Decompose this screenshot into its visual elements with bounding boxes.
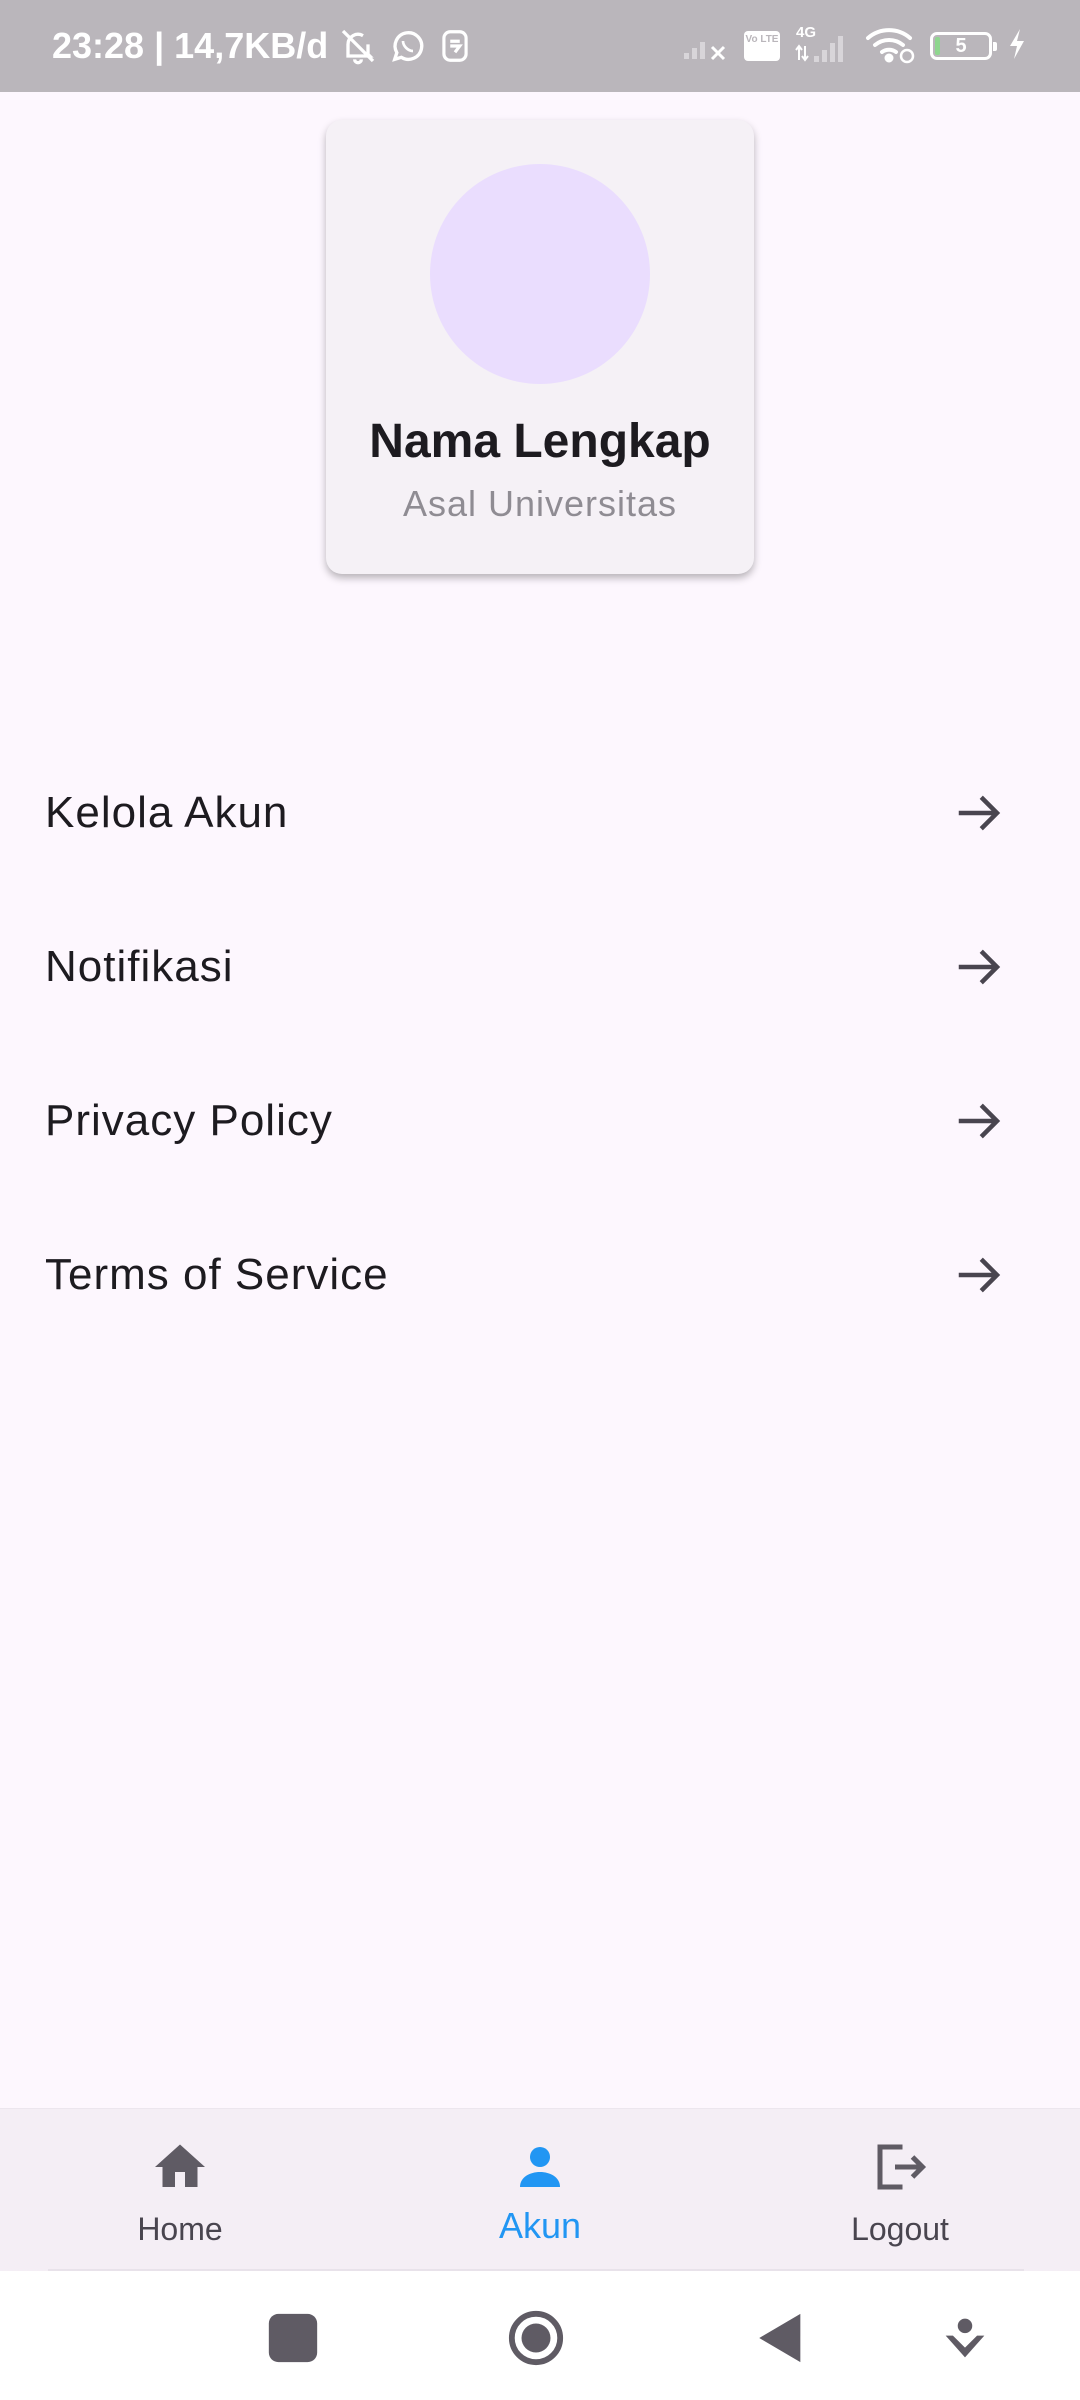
menu-item-label: Notifikasi: [45, 942, 234, 991]
profile-name: Nama Lengkap: [369, 415, 711, 468]
menu-item-notifikasi[interactable]: Notifikasi: [0, 890, 1080, 1044]
whatsapp-icon: [388, 26, 428, 66]
status-time: 23:28 | 14,7KB/d: [52, 25, 329, 66]
assistant-down-icon[interactable]: [936, 2309, 994, 2367]
nav-item-home[interactable]: Home: [0, 2109, 360, 2271]
system-navigation-bar: [0, 2271, 1080, 2400]
menu-item-label: Terms of Service: [45, 1250, 389, 1299]
recents-square-icon[interactable]: [264, 2309, 322, 2367]
nav-label-home: Home: [137, 2211, 223, 2247]
nav-item-akun[interactable]: Akun: [360, 2109, 720, 2271]
menu-item-label: Kelola Akun: [45, 788, 289, 837]
back-triangle-icon[interactable]: [752, 2309, 810, 2367]
charging-bolt-icon: [1006, 27, 1028, 66]
menu-item-privacy-policy[interactable]: Privacy Policy: [0, 1044, 1080, 1198]
signal-no-sim-icon: [682, 27, 730, 66]
arrow-right-icon: [958, 795, 1001, 831]
arrow-right-icon: [958, 1257, 1001, 1293]
nav-item-logout[interactable]: Logout: [720, 2109, 1080, 2271]
home-circle-icon[interactable]: [507, 2309, 565, 2367]
logout-icon: [877, 2144, 927, 2190]
volte-badge: Vo LTE: [744, 31, 780, 61]
muted-bell-icon: [338, 26, 378, 66]
status-right: Vo LTE 4G 5: [682, 0, 1028, 92]
app-notification-icon: [438, 27, 472, 65]
settings-menu: Kelola Akun Notifikasi Privacy Policy Te…: [0, 736, 1080, 1352]
arrow-right-icon: [958, 949, 1001, 985]
battery-icon: 5: [930, 32, 997, 60]
profile-university: Asal Universitas: [402, 483, 678, 524]
signal-4g-icon: 4G: [794, 24, 850, 66]
status-bar: 23:28 | 14,7KB/d Vo LTE 4G 5: [0, 0, 1080, 92]
arrow-right-icon: [958, 1103, 1001, 1139]
nav-label-logout: Logout: [851, 2211, 949, 2247]
wifi-icon: [864, 24, 916, 69]
menu-item-kelola-akun[interactable]: Kelola Akun: [0, 736, 1080, 890]
profile-card: Nama Lengkap Asal Universitas: [326, 120, 754, 574]
nav-label-akun: Akun: [498, 2205, 582, 2246]
battery-level: 5: [955, 34, 967, 57]
home-icon: [155, 2144, 205, 2187]
menu-item-terms-of-service[interactable]: Terms of Service: [0, 1198, 1080, 1352]
menu-item-label: Privacy Policy: [45, 1096, 333, 1145]
bottom-navigation: Home Akun Logout: [0, 2108, 1080, 2271]
person-icon: [520, 2147, 560, 2187]
status-left: 23:28 | 14,7KB/d: [52, 0, 472, 92]
avatar: [430, 164, 650, 384]
